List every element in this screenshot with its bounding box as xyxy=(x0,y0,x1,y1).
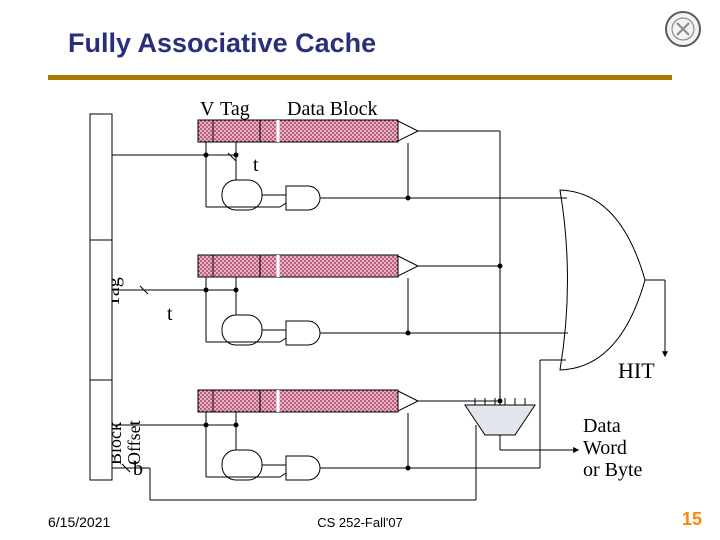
slide-container: Fully Associative Cache V Tag Data Block… xyxy=(0,0,720,540)
footer-page-number: 15 xyxy=(682,509,702,530)
hit-or-gate xyxy=(560,190,665,370)
data-mux xyxy=(112,398,578,500)
cache-row-1 xyxy=(112,255,560,345)
address-register xyxy=(90,114,112,480)
diagram-svg xyxy=(0,0,720,540)
footer-course: CS 252-Fall'07 xyxy=(0,515,720,530)
